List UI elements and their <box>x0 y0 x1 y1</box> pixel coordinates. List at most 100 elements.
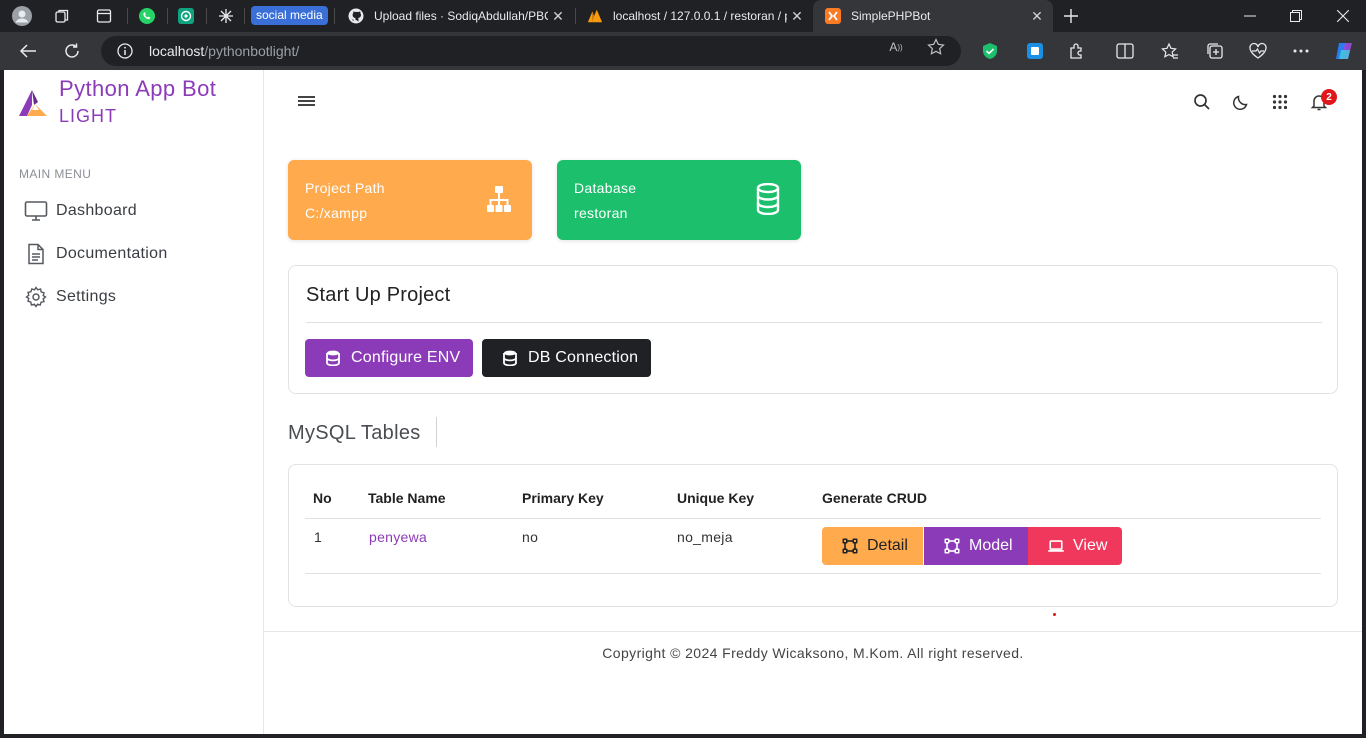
startup-panel: Start Up Project Configure ENV DB Connec… <box>288 265 1338 394</box>
reload-icon[interactable] <box>59 39 85 63</box>
detail-button[interactable]: Detail <box>822 527 923 565</box>
dark-mode-moon-icon[interactable] <box>1231 92 1251 112</box>
translate-extension-icon[interactable] <box>1025 41 1045 61</box>
configure-env-button[interactable]: Configure ENV <box>305 339 474 377</box>
app-grid-icon[interactable] <box>216 6 236 26</box>
table-name-link[interactable]: penyewa <box>369 529 427 545</box>
main-content: 2 Project Path C:/xampp Database restora… <box>264 70 1362 734</box>
column-header-generate-crud: Generate CRUD <box>822 490 928 506</box>
restore-icon[interactable] <box>1273 0 1319 32</box>
vector-square-icon <box>944 538 960 554</box>
table-header-divider <box>305 518 1321 519</box>
button-label: Model <box>969 537 1013 554</box>
browser-essentials-icon[interactable] <box>1248 41 1268 61</box>
table-row-divider <box>305 573 1321 574</box>
button-label: Detail <box>867 537 908 554</box>
sidebar-item-label: Documentation <box>56 245 168 262</box>
title-separator <box>436 417 437 447</box>
top-navbar: 2 <box>264 70 1362 132</box>
database-card: Database restoran <box>557 160 801 240</box>
favorite-star-icon[interactable] <box>926 38 946 55</box>
close-tab-icon[interactable]: ✕ <box>1027 6 1047 26</box>
brand-title[interactable]: Python App Bot <box>59 76 216 102</box>
tab-simplephpbot[interactable]: SimplePHPBot ✕ <box>813 0 1053 32</box>
workspaces-icon[interactable] <box>52 6 72 26</box>
menu-header: MAIN MENU <box>19 167 92 181</box>
cell-unique-key: no_meja <box>677 529 733 545</box>
sidebar-item-label: Dashboard <box>56 202 137 219</box>
new-tab-icon[interactable] <box>1060 6 1082 26</box>
database-icon <box>325 350 341 366</box>
close-window-icon[interactable] <box>1320 0 1366 32</box>
column-header-primary-key: Primary Key <box>522 490 604 506</box>
browser-toolbar: localhost/pythonbotlight/ A)) <box>0 32 1366 70</box>
phpmyadmin-icon <box>587 8 603 24</box>
address-bar[interactable]: localhost/pythonbotlight/ <box>101 36 961 66</box>
mysql-tables-title: MySQL Tables <box>288 422 421 444</box>
database-icon <box>753 182 783 216</box>
mysql-tables-panel <box>288 464 1338 607</box>
sitemap-icon <box>484 182 514 216</box>
whatsapp-icon[interactable] <box>137 6 157 26</box>
copilot-icon[interactable] <box>1332 41 1356 61</box>
close-tab-icon[interactable]: ✕ <box>787 6 807 26</box>
search-icon[interactable] <box>1192 92 1212 112</box>
decorative-dot <box>1053 613 1056 616</box>
split-screen-icon[interactable] <box>1115 41 1135 61</box>
footer-copyright: Copyright © 2024 Freddy Wicaksono, M.Kom… <box>602 645 1024 661</box>
button-label: DB Connection <box>528 349 639 366</box>
card-label: Database <box>574 180 637 196</box>
xampp-icon <box>825 8 841 24</box>
cell-primary-key: no <box>522 529 539 545</box>
cell-no: 1 <box>314 529 323 545</box>
sidebar-item-label: Settings <box>56 288 117 305</box>
document-icon <box>24 242 48 266</box>
tab-group-chip[interactable]: social media <box>251 6 328 25</box>
button-label: View <box>1073 537 1108 554</box>
read-aloud-icon[interactable]: A)) <box>886 39 906 55</box>
brand-subtitle: LIGHT <box>59 106 118 126</box>
laptop-icon <box>1048 538 1064 554</box>
vector-square-icon <box>842 538 858 554</box>
apps-grid-icon[interactable] <box>1270 92 1290 112</box>
shield-extension-icon[interactable] <box>980 41 1000 61</box>
tab-github[interactable]: Upload files · SodiqAbdullah/PBO ✕ <box>336 0 574 32</box>
back-icon[interactable] <box>15 39 41 63</box>
card-label: Project Path <box>305 180 385 196</box>
startup-title: Start Up Project <box>306 284 451 306</box>
gear-icon <box>24 285 48 309</box>
column-header-unique-key: Unique Key <box>677 490 755 506</box>
notification-count-badge: 2 <box>1321 89 1337 105</box>
minimize-icon[interactable] <box>1227 0 1273 32</box>
tab-title: Upload files · SodiqAbdullah/PBO <box>374 9 548 23</box>
button-label: Configure ENV <box>351 349 461 366</box>
chatgpt-icon[interactable] <box>176 6 196 26</box>
project-path-card: Project Path C:/xampp <box>288 160 532 240</box>
favorites-icon[interactable] <box>1160 41 1180 61</box>
column-header-table-name: Table Name <box>368 490 446 506</box>
site-info-icon[interactable] <box>117 43 133 59</box>
db-connection-button[interactable]: DB Connection <box>482 339 652 377</box>
close-tab-icon[interactable]: ✕ <box>548 6 568 26</box>
view-button[interactable]: View <box>1028 527 1123 565</box>
url-text: localhost/pythonbotlight/ <box>149 43 300 59</box>
footer-divider <box>264 631 1362 632</box>
profile-avatar-icon[interactable] <box>12 6 32 26</box>
tab-title: SimplePHPBot <box>851 9 931 23</box>
collections-icon[interactable] <box>1205 41 1225 61</box>
tab-actions-icon[interactable] <box>94 6 114 26</box>
card-value: C:/xampp <box>305 205 368 221</box>
page-viewport: Python App Bot LIGHT MAIN MENU Dashboard… <box>4 70 1362 734</box>
column-header-no: No <box>313 490 332 506</box>
tab-phpmyadmin[interactable]: localhost / 127.0.0.1 / restoran / p ✕ <box>575 0 813 32</box>
more-options-icon[interactable] <box>1291 41 1311 61</box>
sidebar-item-dashboard[interactable]: Dashboard <box>4 193 262 229</box>
extensions-puzzle-icon[interactable] <box>1067 41 1087 61</box>
brand-logo-icon[interactable] <box>18 88 50 118</box>
sidebar-item-documentation[interactable]: Documentation <box>4 236 262 272</box>
menu-toggle-icon[interactable] <box>298 94 316 108</box>
card-value: restoran <box>574 205 628 221</box>
model-button[interactable]: Model <box>924 527 1028 565</box>
sidebar-item-settings[interactable]: Settings <box>4 279 262 315</box>
divider <box>306 322 1322 323</box>
